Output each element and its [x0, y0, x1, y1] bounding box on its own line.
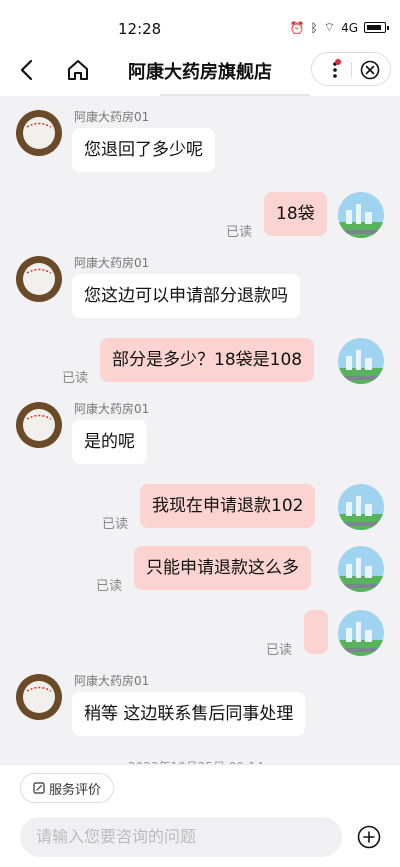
sender-name: 阿康大药房01 [74, 674, 150, 688]
avatar[interactable] [16, 674, 62, 720]
message-bubble[interactable]: 18袋 [264, 192, 327, 236]
sender-name: 阿康大药房01 [74, 256, 150, 270]
avatar[interactable] [338, 192, 384, 238]
avatar[interactable] [16, 256, 62, 302]
message-bubble[interactable]: 部分是多少？18袋是108 [100, 338, 315, 382]
alarm-icon: ⏰ [289, 20, 305, 35]
capsule-divider [351, 62, 352, 78]
message-bubble[interactable]: 稍等 这边联系售后同事处理 [72, 692, 306, 736]
read-status: 已读 [96, 579, 123, 594]
chat-footer: 服务评价 请输入您要咨询的问题 [0, 764, 400, 867]
avatar[interactable] [338, 484, 384, 530]
notification-dot [335, 59, 341, 65]
read-status: 已读 [62, 371, 89, 386]
status-time: 12:28 [118, 20, 162, 38]
close-icon[interactable] [360, 60, 380, 80]
message-bubble[interactable]: 是的呢 [72, 420, 147, 464]
mini-program-capsule [311, 52, 391, 86]
plus-icon[interactable] [357, 825, 381, 849]
avatar[interactable] [338, 610, 384, 656]
edit-icon [33, 782, 45, 794]
message-bubble[interactable]: 您这边可以申请部分退款吗 [72, 274, 300, 318]
scroll-divider [160, 90, 310, 96]
message-bubble[interactable]: 您退回了多少呢 [72, 128, 215, 172]
message-bubble[interactable]: 我现在申请退款102 [140, 484, 316, 528]
battery-icon [364, 22, 389, 33]
wifi-icon: ⌔ [323, 20, 336, 34]
avatar[interactable] [16, 402, 62, 448]
message-bubble[interactable]: 只能申请退款这么多 [134, 546, 311, 590]
service-evaluation-button[interactable]: 服务评价 [20, 773, 115, 803]
read-status: 已读 [102, 517, 129, 532]
bluetooth-icon: ᛒ [310, 20, 318, 35]
message-bubble[interactable] [304, 610, 328, 654]
signal-icon: 4G [341, 20, 358, 35]
read-status: 已读 [266, 643, 293, 658]
sender-name: 阿康大药房01 [74, 402, 150, 416]
avatar[interactable] [338, 338, 384, 384]
avatar[interactable] [338, 546, 384, 592]
nav-bar: 阿康大药房旗舰店 [0, 44, 400, 96]
status-icons: ⏰ ᛒ ⌔ 4G [289, 20, 389, 35]
read-status: 已读 [226, 225, 253, 240]
message-input[interactable]: 请输入您要咨询的问题 [20, 817, 342, 857]
status-bar: 12:28 ⏰ ᛒ ⌔ 4G [0, 0, 400, 44]
sender-name: 阿康大药房01 [74, 110, 150, 124]
avatar[interactable] [16, 110, 62, 156]
service-evaluation-label: 服务评价 [49, 782, 102, 798]
